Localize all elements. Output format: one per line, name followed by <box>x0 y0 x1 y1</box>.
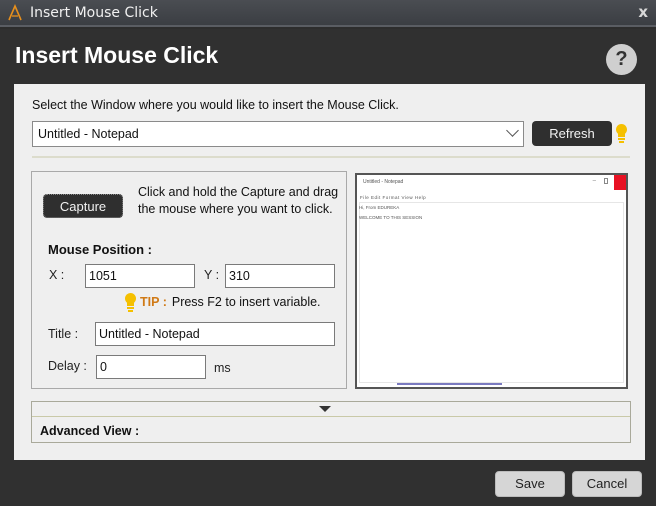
capture-help-text: Click and hold the Capture and drag the … <box>138 185 339 216</box>
x-input[interactable]: 1051 <box>85 264 195 288</box>
preview-line: WELCOME TO THIS SESSION <box>359 215 423 220</box>
preview-menu: File Edit Format View Help <box>360 195 427 200</box>
title-input[interactable]: Untitled - Notepad <box>95 322 335 346</box>
window-preview: Untitled - Notepad – File Edit Format Vi… <box>355 173 628 389</box>
preview-close-icon <box>614 175 626 190</box>
advanced-view-label: Advanced View : <box>40 424 140 438</box>
save-button[interactable]: Save <box>495 471 565 497</box>
capture-section: Capture Click and hold the Capture and d… <box>31 171 347 389</box>
preview-minimize-icon: – <box>592 178 596 184</box>
delay-input[interactable]: 0 <box>96 355 206 379</box>
preview-maximize-icon <box>604 178 608 184</box>
tip-label: TIP : <box>140 295 167 309</box>
advanced-section: Advanced View : <box>31 401 631 443</box>
window-title: Insert Mouse Click <box>30 5 158 21</box>
window-titlebar: Insert Mouse Click x <box>0 0 656 27</box>
capture-button[interactable]: Capture <box>43 194 123 218</box>
triangle-down-icon <box>319 406 331 412</box>
cancel-button[interactable]: Cancel <box>572 471 642 497</box>
preview-edit-area <box>359 202 624 383</box>
divider <box>32 156 630 158</box>
lightbulb-icon[interactable] <box>615 124 627 143</box>
delay-label: Delay : <box>48 359 87 373</box>
window-select-instruction: Select the Window where you would like t… <box>32 98 399 112</box>
x-label: X : <box>49 268 65 282</box>
main-panel: Select the Window where you would like t… <box>14 84 645 460</box>
refresh-button[interactable]: Refresh <box>532 121 612 146</box>
window-select-value: Untitled - Notepad <box>38 127 139 141</box>
window-select-dropdown[interactable]: Untitled - Notepad <box>32 121 524 147</box>
advanced-toggle[interactable] <box>32 402 630 417</box>
close-icon[interactable]: x <box>638 3 648 21</box>
mouse-position-label: Mouse Position : <box>48 242 152 257</box>
preview-scrollbar <box>397 383 502 385</box>
chevron-down-icon <box>506 124 519 137</box>
app-logo-icon <box>8 4 22 21</box>
tip-text: Press F2 to insert variable. <box>171 295 321 309</box>
help-icon[interactable]: ? <box>606 44 637 75</box>
y-label: Y : <box>204 268 220 282</box>
dialog-heading: Insert Mouse Click <box>15 42 219 68</box>
title-label: Title : <box>48 327 79 341</box>
y-input[interactable]: 310 <box>225 264 335 288</box>
delay-unit: ms <box>214 361 231 375</box>
preview-line: Hi, From EDUREKA <box>359 205 400 210</box>
tip-row: TIP : Press F2 to insert variable. <box>124 295 321 309</box>
preview-window-title: Untitled - Notepad <box>363 179 404 185</box>
